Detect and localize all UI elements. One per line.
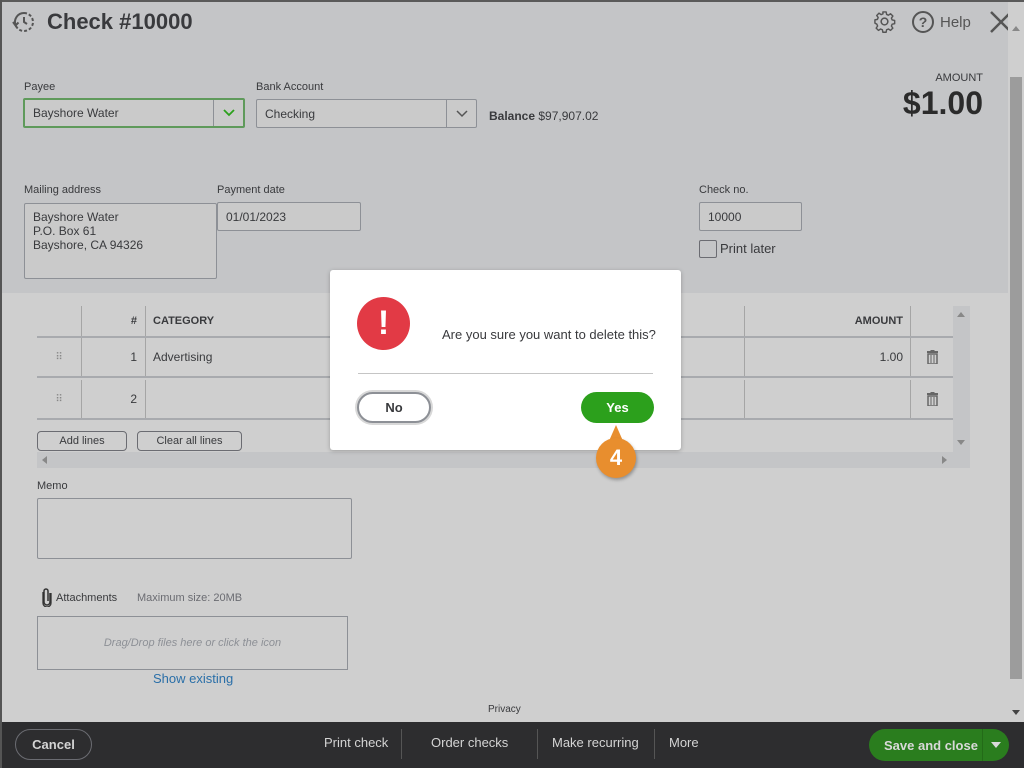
- add-lines-button[interactable]: Add lines: [37, 431, 127, 451]
- history-clock-icon[interactable]: [12, 10, 36, 34]
- exclamation-alert-icon: !: [357, 297, 410, 350]
- amount-label: AMOUNT: [935, 72, 983, 84]
- row-num: 1: [81, 338, 145, 376]
- check-no-label: Check no.: [699, 184, 749, 196]
- step-callout-badge: 4: [596, 438, 636, 478]
- memo-label: Memo: [37, 480, 68, 492]
- check-no-field[interactable]: 10000: [699, 202, 802, 231]
- order-checks-link[interactable]: Order checks: [431, 735, 508, 750]
- delete-confirmation-dialog: ! Are you sure you want to delete this? …: [330, 270, 681, 450]
- mailing-address-label: Mailing address: [24, 184, 102, 196]
- scroll-down-arrow-icon[interactable]: [957, 440, 965, 445]
- table-vertical-scrollbar[interactable]: [953, 306, 970, 452]
- scroll-up-arrow-icon[interactable]: [1012, 26, 1020, 31]
- address-line: P.O. Box 61: [33, 224, 97, 238]
- header-actions: [910, 306, 953, 336]
- paperclip-icon[interactable]: [41, 587, 53, 607]
- payment-date-label: Payment date: [217, 184, 285, 196]
- footer-divider: [401, 729, 402, 759]
- print-check-link[interactable]: Print check: [324, 735, 388, 750]
- footer-bar: Cancel Print check Order checks Make rec…: [0, 722, 1024, 768]
- gear-icon[interactable]: [873, 10, 896, 33]
- no-button[interactable]: No: [357, 392, 431, 423]
- payment-date-field[interactable]: 01/01/2023: [217, 202, 361, 231]
- bank-account-select[interactable]: Checking: [256, 99, 477, 128]
- payee-dropdown-button[interactable]: [213, 100, 243, 126]
- scroll-up-arrow-icon[interactable]: [957, 312, 965, 317]
- caret-down-icon: [991, 742, 1001, 748]
- show-existing-link[interactable]: Show existing: [153, 671, 233, 686]
- page-scrollbar[interactable]: [1008, 0, 1024, 722]
- payee-select[interactable]: Bayshore Water: [23, 98, 245, 128]
- header-num: #: [81, 306, 145, 336]
- footer-divider: [654, 729, 655, 759]
- balance-label: Balance: [489, 109, 536, 123]
- balance-value: $97,907.02: [538, 109, 599, 123]
- drag-handle-icon[interactable]: ⠿: [37, 338, 81, 376]
- attachments-label: Attachments: [56, 592, 118, 604]
- save-and-close-button[interactable]: Save and close: [869, 729, 1009, 761]
- more-link[interactable]: More: [669, 735, 699, 750]
- window-frame-left: [0, 0, 2, 768]
- scroll-left-arrow-icon[interactable]: [42, 456, 47, 464]
- privacy-link[interactable]: Privacy: [488, 704, 521, 715]
- row-num: 2: [81, 380, 145, 418]
- memo-textarea[interactable]: [37, 498, 352, 559]
- print-later-checkbox[interactable]: [699, 240, 717, 258]
- chevron-down-icon: [222, 109, 235, 117]
- header-drag: [37, 306, 81, 336]
- bank-account-dropdown-button[interactable]: [446, 100, 476, 127]
- bank-account-value: Checking: [265, 106, 316, 121]
- attachments-dropzone[interactable]: Drag/Drop files here or click the icon: [37, 616, 348, 670]
- yes-button[interactable]: Yes: [581, 392, 654, 423]
- row-amount[interactable]: 1.00: [744, 338, 911, 376]
- table-horizontal-scrollbar[interactable]: [37, 452, 970, 468]
- scroll-right-arrow-icon[interactable]: [942, 456, 947, 464]
- trash-icon[interactable]: [910, 380, 953, 418]
- save-and-close-label: Save and close: [884, 737, 978, 753]
- footer-divider: [537, 729, 538, 759]
- page-title: Check #10000: [47, 9, 193, 34]
- drag-handle-icon[interactable]: ⠿: [37, 380, 81, 418]
- save-options-caret[interactable]: [983, 742, 1009, 748]
- window-frame-top: [0, 0, 1024, 2]
- dialog-message: Are you sure you want to delete this?: [442, 327, 656, 342]
- chevron-down-icon: [455, 109, 468, 117]
- address-line: Bayshore Water: [33, 210, 119, 224]
- payee-value: Bayshore Water: [33, 106, 119, 120]
- check-no-value: 10000: [708, 209, 742, 224]
- help-button[interactable]: ? Help: [912, 10, 971, 34]
- address-line: Bayshore, CA 94326: [33, 238, 144, 252]
- balance-display: Balance $97,907.02: [489, 109, 598, 123]
- trash-icon[interactable]: [910, 338, 953, 376]
- help-circle-icon: ?: [912, 11, 934, 33]
- amount-value: $1.00: [902, 85, 983, 121]
- payment-date-value: 01/01/2023: [226, 209, 287, 224]
- row-amount[interactable]: [744, 380, 911, 418]
- page-scrollbar-thumb[interactable]: [1010, 77, 1022, 679]
- bank-account-label: Bank Account: [256, 81, 324, 93]
- make-recurring-link[interactable]: Make recurring: [552, 735, 639, 750]
- mailing-address-field[interactable]: Bayshore Water P.O. Box 61 Bayshore, CA …: [24, 203, 217, 279]
- print-later-label: Print later: [720, 241, 776, 256]
- scroll-down-arrow-icon[interactable]: [1012, 710, 1020, 715]
- cancel-button[interactable]: Cancel: [15, 729, 92, 760]
- dialog-divider: [358, 373, 653, 374]
- help-label: Help: [940, 13, 971, 31]
- clear-all-lines-button[interactable]: Clear all lines: [137, 431, 242, 451]
- header-amount: AMOUNT: [744, 306, 911, 336]
- payee-label: Payee: [24, 81, 56, 93]
- attachments-max-size: Maximum size: 20MB: [137, 592, 243, 604]
